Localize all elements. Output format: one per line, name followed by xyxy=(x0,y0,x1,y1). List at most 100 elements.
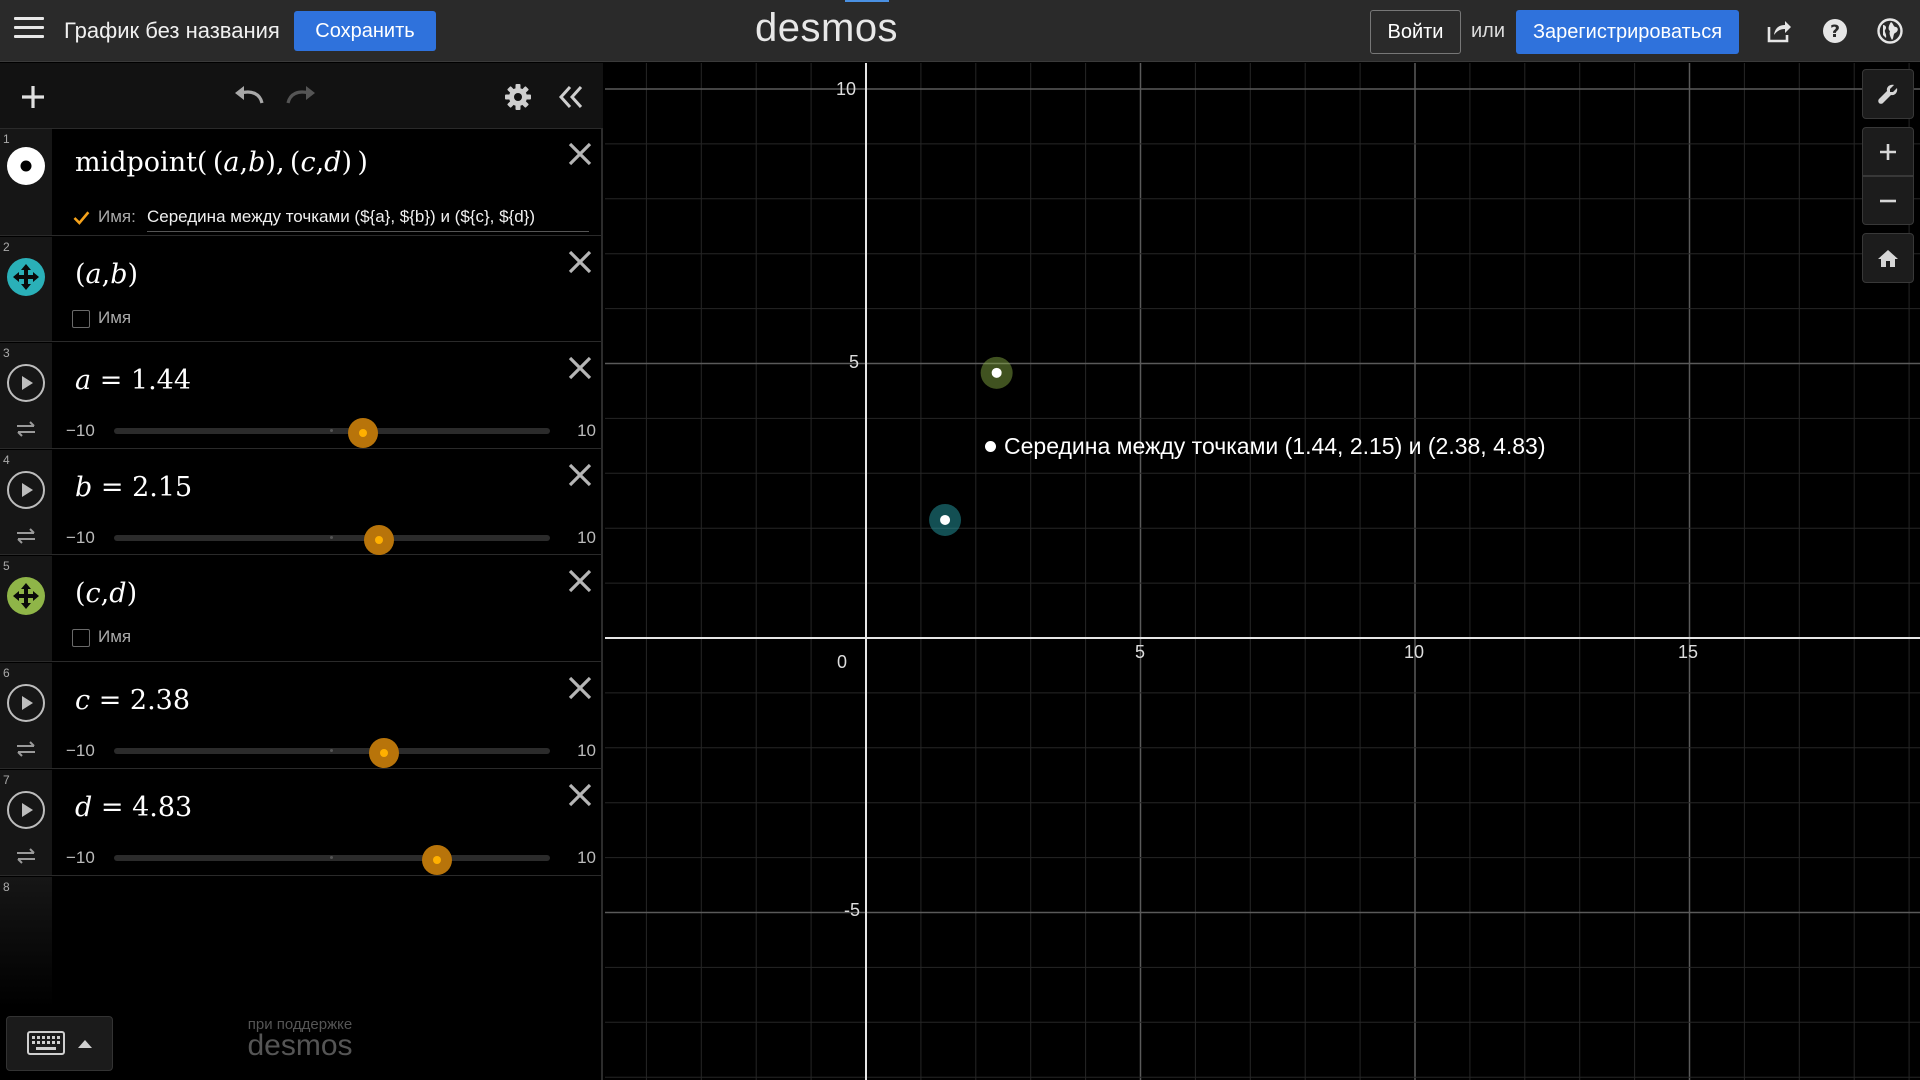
row-number: 2 xyxy=(3,240,10,254)
slider-min[interactable]: −10 xyxy=(66,848,95,868)
play-icon[interactable] xyxy=(6,790,46,830)
draggable-point-icon[interactable] xyxy=(6,576,46,616)
minus-icon xyxy=(1880,199,1896,202)
default-view-button[interactable] xyxy=(1862,233,1914,283)
slider[interactable]: −10 10 xyxy=(66,735,596,768)
close-icon[interactable] xyxy=(565,139,595,169)
redo-icon[interactable] xyxy=(284,83,318,109)
expression-row[interactable]: 4 b = 2.15 −10 10 xyxy=(0,450,603,555)
slider-max[interactable]: 10 xyxy=(577,848,596,868)
draggable-point-icon[interactable] xyxy=(6,257,46,297)
play-icon[interactable] xyxy=(6,683,46,723)
checkbox[interactable] xyxy=(72,628,90,647)
share-icon[interactable] xyxy=(1764,16,1794,46)
chevron-up-icon xyxy=(78,1040,92,1048)
play-icon[interactable] xyxy=(6,470,46,510)
login-button[interactable]: Войти xyxy=(1370,10,1461,54)
expression-row[interactable]: 5 (c,d) Имя xyxy=(0,556,603,662)
loop-icon[interactable] xyxy=(14,739,38,759)
slider-thumb[interactable] xyxy=(348,418,379,448)
expression-math[interactable]: a = 1.44 xyxy=(75,365,191,396)
menu-icon[interactable] xyxy=(14,17,44,43)
checkbox[interactable] xyxy=(72,309,90,328)
slider[interactable]: −10 10 xyxy=(66,522,596,555)
expression-math[interactable]: (c,d) xyxy=(75,578,137,609)
save-button[interactable]: Сохранить xyxy=(294,11,436,51)
expression-math[interactable]: c = 2.38 xyxy=(75,685,190,716)
slider-track[interactable] xyxy=(114,845,550,875)
row-number: 4 xyxy=(3,453,10,467)
graph-title[interactable]: График без названия xyxy=(64,18,280,44)
collapse-icon[interactable] xyxy=(557,83,585,111)
slider-max[interactable]: 10 xyxy=(577,741,596,761)
slider[interactable]: −10 10 xyxy=(66,842,596,875)
draggable-point[interactable] xyxy=(940,514,951,525)
close-icon[interactable] xyxy=(565,566,595,596)
settings-icon[interactable] xyxy=(504,83,532,111)
loop-icon[interactable] xyxy=(14,846,38,866)
y-tick-label: 10 xyxy=(836,79,857,99)
y-tick-label: 5 xyxy=(849,352,860,372)
slider-min[interactable]: −10 xyxy=(66,741,95,761)
close-icon[interactable] xyxy=(565,673,595,703)
expression-math[interactable]: midpoint( (a,b), (c,d) ) xyxy=(75,147,368,178)
graph-canvas[interactable]: 0 5 10 15 10 5 -5 Середина между точками… xyxy=(605,63,1920,1080)
label-toggle[interactable]: Имя: xyxy=(72,207,136,227)
play-icon[interactable] xyxy=(6,363,46,403)
loop-icon[interactable] xyxy=(14,526,38,546)
y-tick-label: -5 xyxy=(844,900,861,920)
keyboard-toggle-button[interactable] xyxy=(6,1016,113,1071)
signup-button[interactable]: Зарегистрироваться xyxy=(1516,10,1739,54)
expression-row[interactable]: 6 c = 2.38 −10 10 xyxy=(0,663,603,769)
x-tick-label: 5 xyxy=(1135,642,1146,662)
expression-panel: 1 midpoint( (a,b), (c,d) ) Имя: Середина… xyxy=(0,63,603,1080)
slider-thumb[interactable] xyxy=(368,738,399,768)
slider-value: 4.83 xyxy=(132,792,193,823)
slider-min[interactable]: −10 xyxy=(66,421,95,441)
loop-icon[interactable] xyxy=(14,419,38,439)
slider-max[interactable]: 10 xyxy=(577,421,596,441)
slider-thumb[interactable] xyxy=(363,525,394,555)
label-text-input[interactable]: Середина между точками (${a}, ${b}) и ($… xyxy=(147,207,589,232)
top-bar: График без названия Сохранить desmos Вой… xyxy=(0,0,1920,62)
help-icon[interactable]: ? xyxy=(1820,16,1850,46)
midpoint-label[interactable]: Середина между точками (1.44, 2.15) и (2… xyxy=(985,433,1546,460)
expression-row[interactable]: 7 d = 4.83 −10 10 xyxy=(0,770,603,876)
draggable-point[interactable] xyxy=(991,367,1002,378)
close-icon[interactable] xyxy=(565,460,595,490)
powered-by[interactable]: при поддержке desmos xyxy=(244,1016,356,1063)
slider[interactable]: −10 10 xyxy=(66,415,596,448)
slider-variable: a xyxy=(75,365,92,396)
expression-math[interactable]: d = 4.83 xyxy=(75,792,192,823)
point-visibility-icon[interactable] xyxy=(6,146,46,186)
slider-min[interactable]: −10 xyxy=(66,528,95,548)
graph-settings-button[interactable] xyxy=(1862,69,1914,119)
add-icon[interactable] xyxy=(20,84,46,110)
slider-thumb[interactable] xyxy=(422,845,453,875)
slider-track[interactable] xyxy=(114,525,550,555)
slider-track[interactable] xyxy=(114,738,550,768)
label-toggle[interactable]: Имя xyxy=(72,627,131,647)
slider-zero-mark xyxy=(330,429,333,432)
close-icon[interactable] xyxy=(565,780,595,810)
close-icon[interactable] xyxy=(565,353,595,383)
row-number: 6 xyxy=(3,666,10,680)
expression-math[interactable]: b = 2.15 xyxy=(75,472,192,503)
slider-max[interactable]: 10 xyxy=(577,528,596,548)
globe-icon[interactable] xyxy=(1875,16,1905,46)
zoom-in-button[interactable] xyxy=(1862,127,1914,176)
expression-row[interactable]: 2 (a,b) Имя xyxy=(0,237,603,342)
close-icon[interactable] xyxy=(565,247,595,277)
expression-row[interactable]: 1 midpoint( (a,b), (c,d) ) Имя: Середина… xyxy=(0,129,603,236)
checkbox-checked-icon[interactable] xyxy=(72,209,90,227)
zoom-out-button[interactable] xyxy=(1862,176,1914,225)
label-toggle[interactable]: Имя xyxy=(72,308,131,328)
slider-value: 1.44 xyxy=(130,365,192,396)
empty-expression-row[interactable]: 8 xyxy=(0,877,603,1007)
slider-track[interactable] xyxy=(114,418,550,448)
expression-math[interactable]: (a,b) xyxy=(75,259,138,290)
home-icon xyxy=(1878,250,1898,267)
undo-icon[interactable] xyxy=(232,83,266,109)
logo-accent xyxy=(845,0,889,2)
expression-row[interactable]: 3 a = 1.44 −10 10 xyxy=(0,343,603,449)
